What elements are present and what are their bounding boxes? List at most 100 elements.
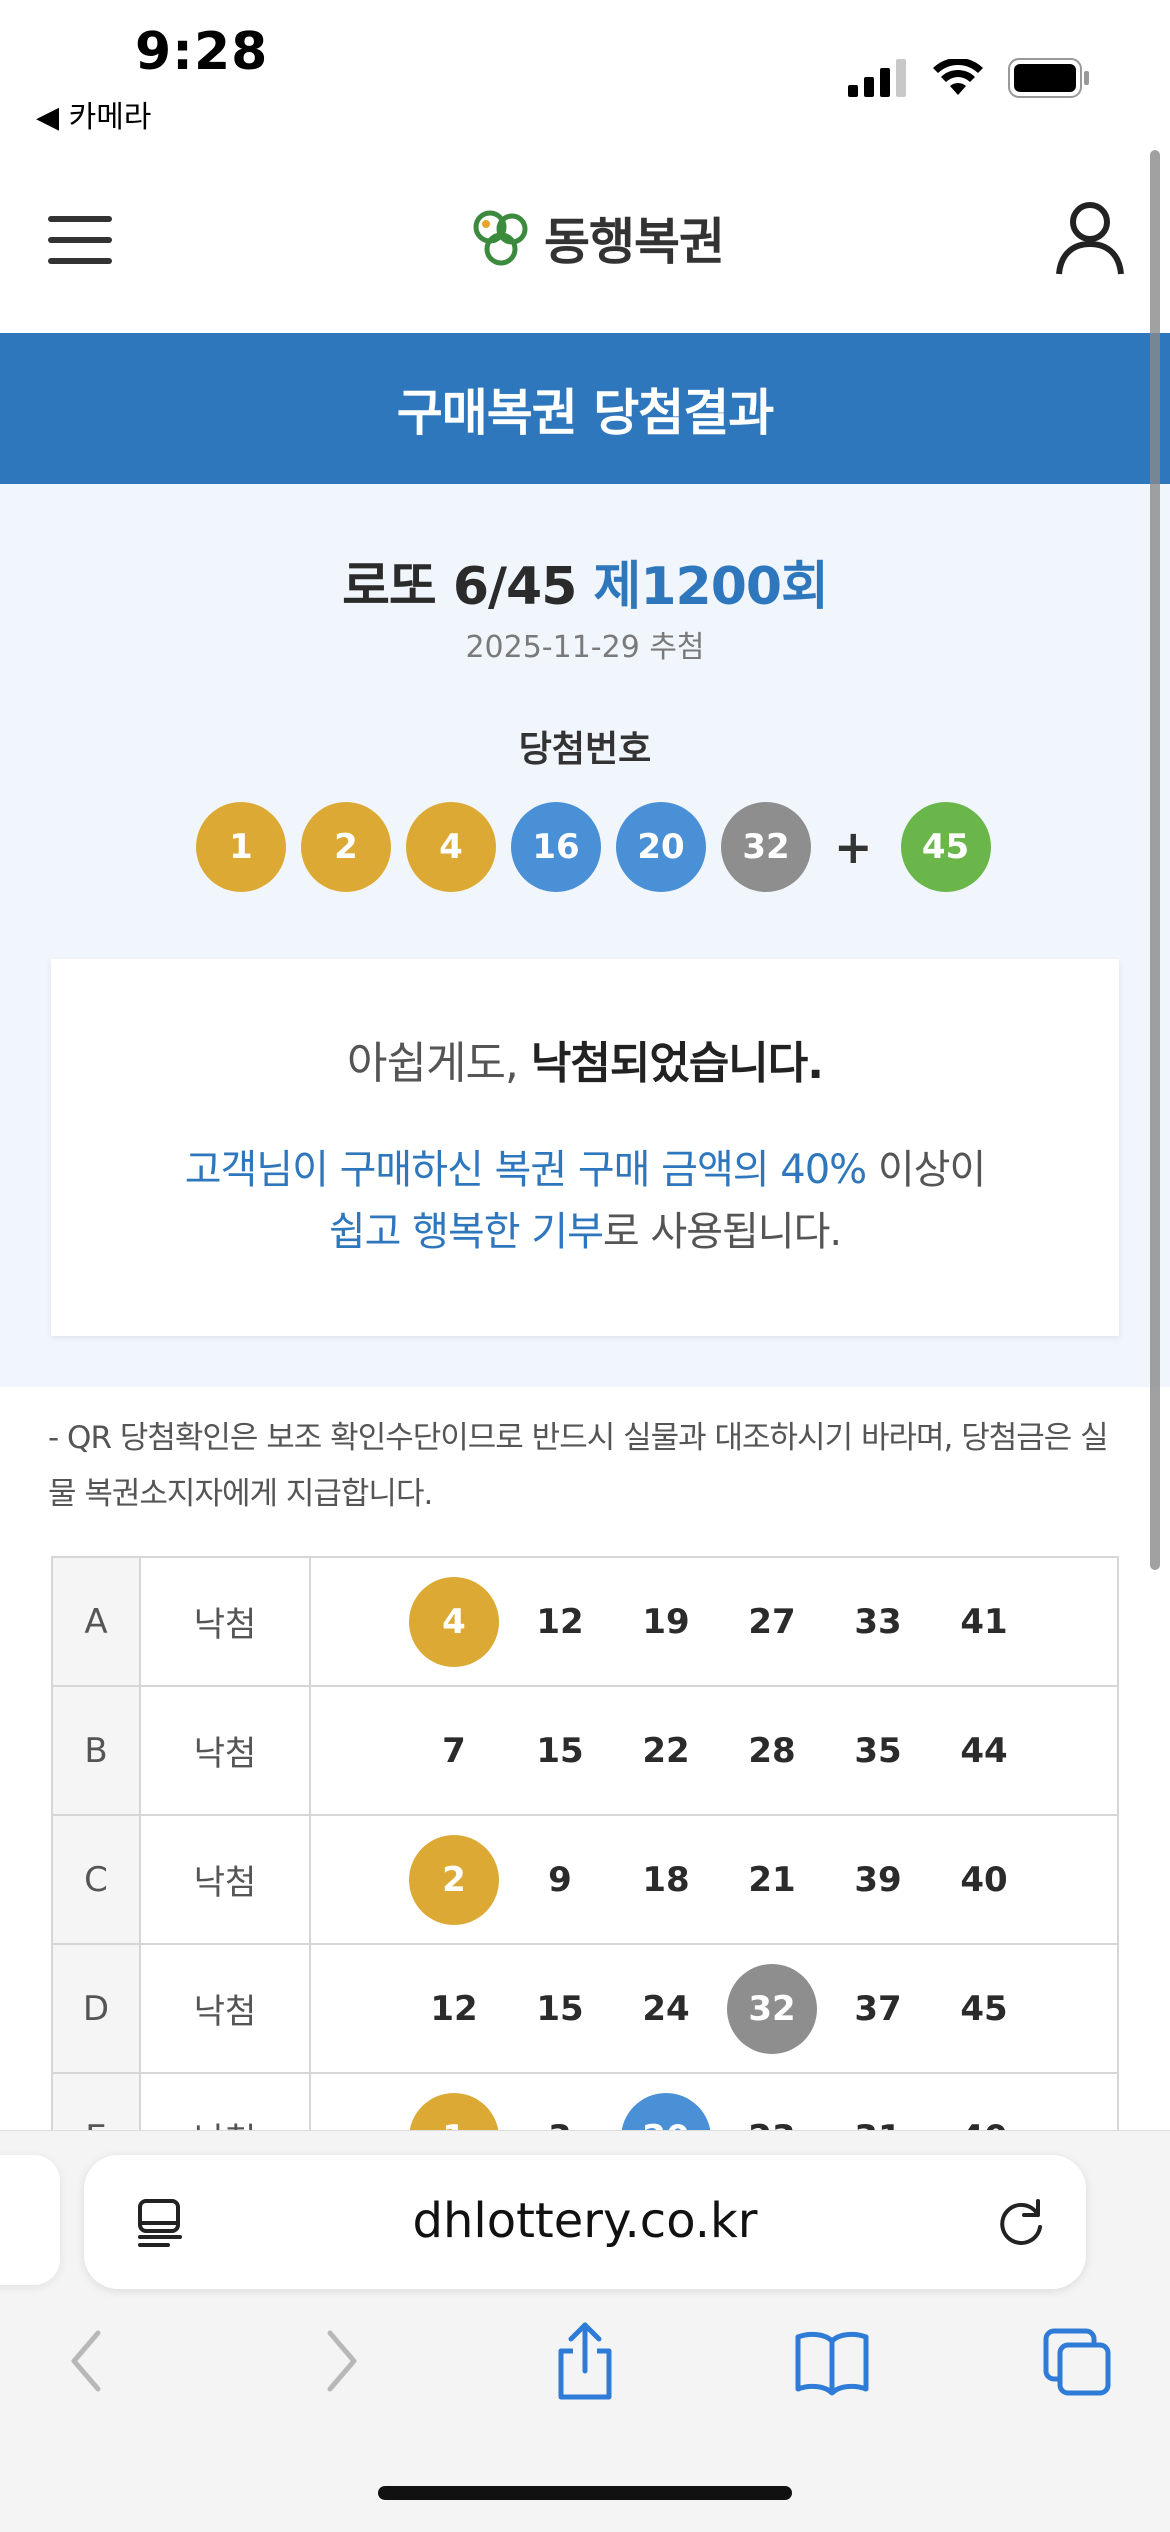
title-banner: 구매복권 당첨결과 <box>0 333 1170 484</box>
game-name: 로또 6/45 <box>342 557 577 617</box>
ticket-number-cell: 35 <box>825 1731 931 1771</box>
matched-number-ball: 1 <box>409 2092 499 2130</box>
user-icon[interactable] <box>1055 200 1125 276</box>
ticket-number-cell: 23 <box>719 2118 825 2131</box>
ticket-line-result: 낙첨 <box>139 2072 311 2130</box>
winning-ball: 2 <box>301 802 391 892</box>
ticket-number-cell: 24 <box>613 1989 719 2029</box>
site-logo[interactable]: 동행복권 <box>470 202 725 274</box>
ticket-line-label: C <box>51 1814 141 1945</box>
ticket-number: 44 <box>960 1730 1008 1771</box>
ticket-row: C 낙첨 2 9 18 21 39 40 <box>51 1814 1119 1945</box>
signal-icon <box>848 59 906 97</box>
ticket-number-cell: 20 <box>613 2092 719 2130</box>
winning-ball: 4 <box>406 802 496 892</box>
page-scrollbar[interactable] <box>1150 150 1160 1570</box>
ticket-line-numbers: 2 9 18 21 39 40 <box>309 1814 1119 1945</box>
ticket-number-cell: 1 <box>401 2092 507 2130</box>
ticket-row: B 낙첨 7 15 22 28 35 44 <box>51 1685 1119 1816</box>
ticket-number-cell: 4 <box>401 1576 507 1667</box>
forward-icon[interactable] <box>302 2321 378 2401</box>
ticket-number: 22 <box>642 1730 690 1771</box>
ticket-number: 24 <box>642 1988 690 2029</box>
plus-sign: + <box>834 820 873 874</box>
logo-text: 동행복권 <box>544 213 725 271</box>
status-time: 9:28 <box>135 22 269 82</box>
status-icons <box>848 58 1090 98</box>
ticket-number-cell: 33 <box>825 1602 931 1642</box>
tabs-icon[interactable] <box>1040 2321 1116 2401</box>
winning-ball: 1 <box>196 802 286 892</box>
ticket-number: 39 <box>854 1859 902 1900</box>
share-icon[interactable] <box>547 2321 623 2401</box>
ticket-line-result: 낙첨 <box>139 1556 311 1687</box>
bookmarks-icon[interactable] <box>794 2321 870 2401</box>
ticket-number-cell: 39 <box>825 1860 931 1900</box>
ticket-number: 21 <box>748 1859 796 1900</box>
ticket-line-numbers: 12 15 24 32 37 45 <box>309 1943 1119 2074</box>
ticket-number-cell: 32 <box>719 1963 825 2054</box>
ticket-number: 23 <box>727 2118 817 2131</box>
ticket-number: 12 <box>536 1601 584 1642</box>
status-bar: 9:28 ◀ 카메라 <box>0 0 1170 150</box>
battery-icon <box>1008 58 1089 98</box>
ticket-number: 15 <box>536 1730 584 1771</box>
ticket-number-cell: 9 <box>507 1860 613 1900</box>
ticket-number: 37 <box>854 1988 902 2029</box>
result-card: 아쉽게도, 낙첨되었습니다. 고객님이 구매하신 복권 구매 금액의 40% 이… <box>51 959 1119 1336</box>
ticket-row: A 낙첨 4 12 19 27 33 41 <box>51 1556 1119 1687</box>
matched-number-ball: 2 <box>409 1834 499 1925</box>
site-header: 동행복권 <box>0 150 1170 333</box>
ticket-number-cell: 44 <box>931 1731 1037 1771</box>
matched-number-ball: 32 <box>727 1963 817 2054</box>
browser-toolbar <box>0 2321 1170 2421</box>
ticket-line-label: D <box>51 1943 141 2074</box>
ticket-number-cell: 15 <box>507 1989 613 2029</box>
clover-logo-icon <box>473 210 528 266</box>
ticket-number: 33 <box>854 1601 902 1642</box>
back-to-camera-link[interactable]: ◀ 카메라 <box>36 92 151 136</box>
address-bar[interactable]: dhlottery.co.kr <box>84 2155 1086 2289</box>
draw-date: 2025-11-29 추첨 <box>465 630 705 665</box>
ticket-number: 7 <box>442 1730 466 1771</box>
matched-number-ball: 4 <box>409 1576 499 1667</box>
donation-message: 고객님이 구매하신 복권 구매 금액의 40% 이상이 쉽고 행복한 기부로 사… <box>51 1139 1119 1263</box>
ticket-table-wrap: A 낙첨 4 12 19 27 33 41 B 낙첨 7 15 22 28 35 44 C 낙첨 2 9 18 21 39 4… <box>51 1556 1119 2130</box>
ticket-number-cell: 37 <box>825 1989 931 2029</box>
ticket-number-cell: 12 <box>401 1989 507 2029</box>
ticket-table: A 낙첨 4 12 19 27 33 41 B 낙첨 7 15 22 28 35 44 C 낙첨 2 9 18 21 39 4… <box>51 1556 1119 2130</box>
matched-number-ball: 20 <box>621 2092 711 2130</box>
ticket-number-cell: 28 <box>719 1731 825 1771</box>
url-text: dhlottery.co.kr <box>412 2193 758 2249</box>
ticket-number-cell: 45 <box>931 1989 1037 2029</box>
ticket-number-cell: 7 <box>401 1731 507 1771</box>
ticket-number-cell: 22 <box>613 1731 719 1771</box>
ticket-number-cell: 40 <box>931 2118 1037 2131</box>
donation-highlight-1: 고객님이 구매하신 복권 구매 금액의 40% <box>184 1147 867 1193</box>
ticket-number: 12 <box>430 1988 478 2029</box>
page-title: 구매복권 당첨결과 <box>396 383 774 442</box>
ticket-row: E낙첨 1 3 20 23 31 40 <box>51 2072 1119 2131</box>
ticket-number-cell: 12 <box>507 1602 613 1642</box>
ticket-number: 35 <box>854 1730 902 1771</box>
previous-tab-peek[interactable] <box>0 2155 60 2285</box>
hamburger-icon[interactable] <box>48 214 112 266</box>
draw-round: 제1200회 <box>593 557 829 617</box>
ticket-number-cell: 19 <box>613 1602 719 1642</box>
result-message: 아쉽게도, 낙첨되었습니다. <box>51 1027 1119 1091</box>
home-indicator[interactable] <box>378 2486 792 2500</box>
donation-text-2: 로 사용됩니다. <box>602 1209 842 1255</box>
back-icon[interactable] <box>50 2321 126 2401</box>
ticket-line-label: A <box>51 1556 141 1687</box>
ticket-number: 31 <box>833 2118 923 2131</box>
reload-icon[interactable] <box>994 2195 1048 2249</box>
result-prefix: 아쉽게도, <box>347 1038 519 1089</box>
ticket-line-result: 낙첨 <box>139 1685 311 1816</box>
donation-highlight-2: 쉽고 행복한 기부 <box>328 1209 604 1255</box>
draw-title: 로또 6/45 제1200회 <box>0 544 1170 619</box>
wifi-icon <box>933 59 983 95</box>
ticket-number-cell: 41 <box>931 1602 1037 1642</box>
ticket-line-numbers: 1 3 20 23 31 40 <box>309 2072 1119 2131</box>
ticket-number-cell: 3 <box>507 2118 613 2131</box>
ticket-row: D 낙첨 12 15 24 32 37 45 <box>51 1943 1119 2074</box>
